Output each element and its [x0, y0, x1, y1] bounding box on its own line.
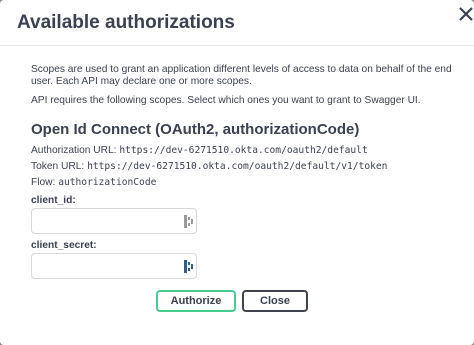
flow-label: Flow: — [31, 177, 56, 188]
client-secret-input[interactable] — [31, 253, 197, 279]
authorization-url-label: Authorization URL: — [31, 145, 117, 156]
flow-value: authorizationCode — [58, 177, 157, 188]
dialog-description: Scopes are used to grant an application … — [31, 64, 454, 107]
password-manager-icon[interactable] — [184, 260, 194, 273]
client-id-label: client_id: — [31, 195, 76, 206]
token-url-label: Token URL: — [31, 161, 85, 172]
token-url-row: Token URL: https://dev-6271510.okta.com/… — [31, 161, 387, 172]
scopes-description: Scopes are used to grant an application … — [31, 64, 452, 87]
password-manager-icon[interactable] — [184, 215, 194, 228]
close-icon[interactable] — [452, 2, 474, 28]
scopes-request-text: API requires the following scopes. Selec… — [31, 95, 421, 106]
authorize-button[interactable]: Authorize — [156, 290, 236, 312]
dialog-title: Available authorizations — [17, 12, 235, 33]
client-secret-label: client_secret: — [31, 240, 97, 251]
client-id-input[interactable] — [31, 208, 197, 234]
token-url-value: https://dev-6271510.okta.com/oauth2/defa… — [87, 161, 388, 172]
auth-scheme-name: Open Id Connect (OAuth2, authorizationCo… — [31, 121, 360, 138]
flow-row: Flow: authorizationCode — [31, 177, 156, 188]
dialog-header: Available authorizations — [0, 0, 474, 46]
authorization-url-row: Authorization URL: https://dev-6271510.o… — [31, 145, 368, 156]
authorization-url-value: https://dev-6271510.okta.com/oauth2/defa… — [119, 145, 368, 156]
close-button[interactable]: Close — [242, 290, 308, 312]
authorizations-dialog: Available authorizations Scopes are used… — [0, 0, 474, 345]
